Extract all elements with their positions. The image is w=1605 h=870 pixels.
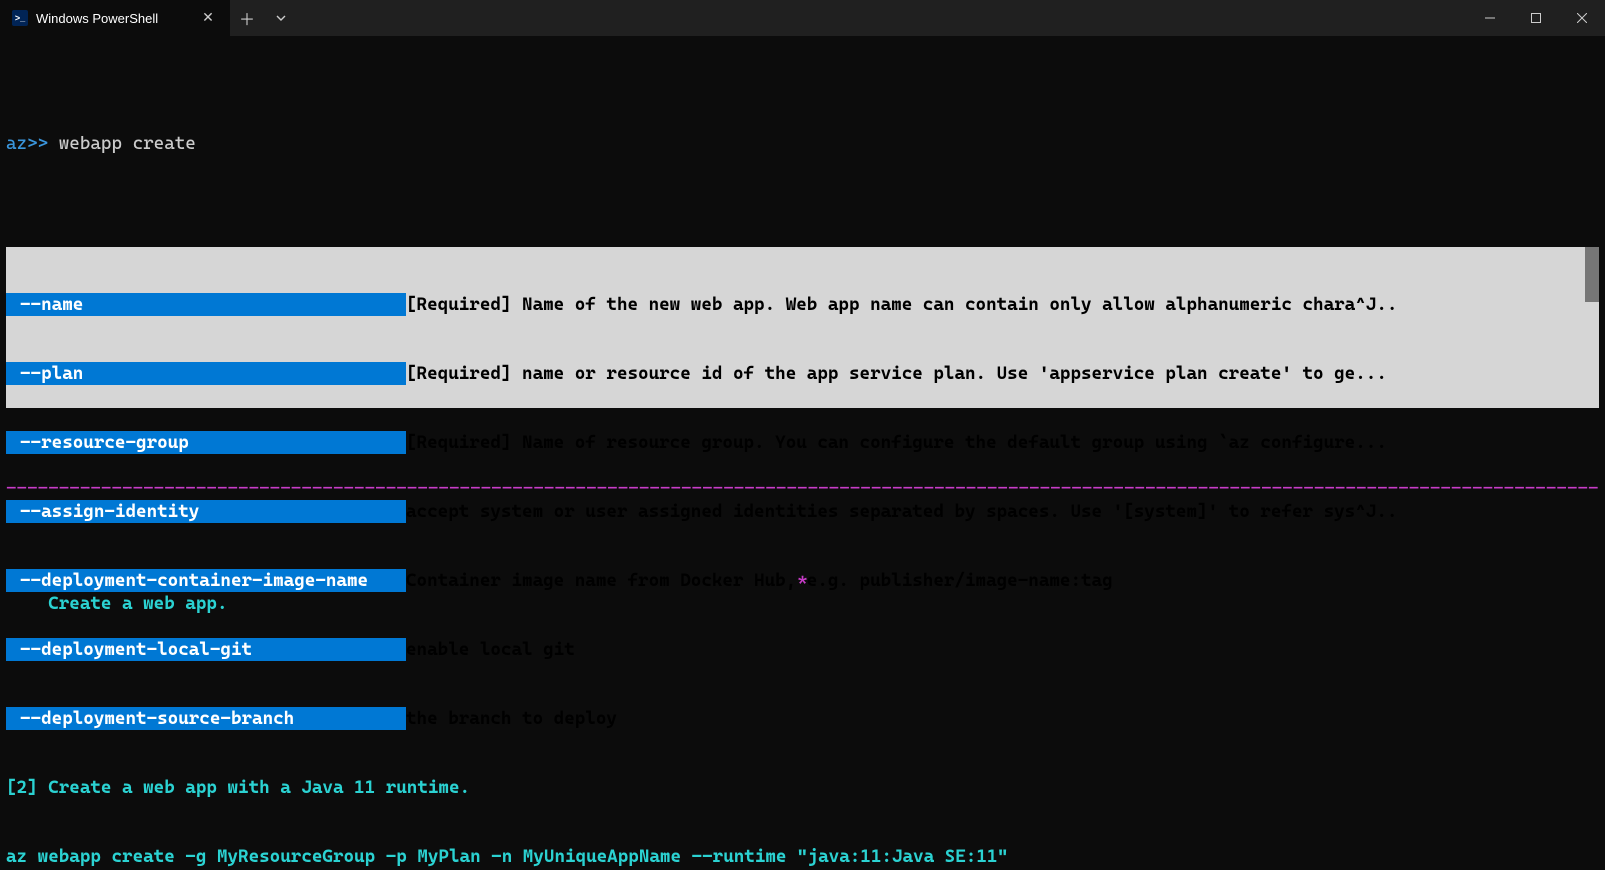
suggestion-desc: the branch to deploy (406, 707, 1585, 730)
suggestion-scrollbar[interactable] (1585, 247, 1599, 408)
minimize-button[interactable] (1467, 0, 1513, 36)
suggestion-desc: enable local git (406, 638, 1585, 661)
tab-title: Windows PowerShell (36, 11, 158, 26)
example-line: az webapp create -g MyResourceGroup -p M… (6, 845, 1599, 868)
suggestion-item[interactable]: --name (6, 293, 406, 316)
headline-row: Create a web app. * (6, 569, 1599, 592)
new-tab-button[interactable]: ＋ (230, 0, 264, 36)
tab-dropdown-button[interactable] (264, 0, 298, 36)
terminal[interactable]: az>> webapp create --name --plan --resou… (0, 36, 1605, 870)
suggestion-desc: [Required] name or resource id of the ap… (406, 362, 1585, 385)
suggestion-desc: accept system or user assigned identitie… (406, 500, 1585, 523)
headline: Create a web app. (48, 593, 227, 614)
suggestion-descriptions: [Required] Name of the new web app. Web … (406, 247, 1599, 408)
suggestion-item[interactable]: --assign-identity (6, 500, 406, 523)
suggestion-flags: --name --plan --resource-group --assign-… (6, 247, 406, 408)
suggestion-scrollbar-thumb[interactable] (1585, 247, 1599, 302)
suggestion-desc: [Required] Name of resource group. You c… (406, 431, 1585, 454)
close-tab-button[interactable]: ✕ (198, 8, 218, 28)
suggestion-desc: [Required] Name of the new web app. Web … (406, 293, 1585, 316)
titlebar: >_ Windows PowerShell ✕ ＋ (0, 0, 1605, 36)
suggestion-item[interactable]: --plan (6, 362, 406, 385)
close-window-button[interactable] (1559, 0, 1605, 36)
suggestion-item[interactable]: --deployment-local-git (6, 638, 406, 661)
example-line: [2] Create a web app with a Java 11 runt… (6, 776, 1599, 799)
powershell-icon: >_ (12, 10, 28, 26)
suggestion-panel: --name --plan --resource-group --assign-… (6, 247, 1599, 408)
suggestion-item[interactable]: --deployment-source-branch (6, 707, 406, 730)
prompt-command: webapp create (59, 133, 196, 154)
headline-star-icon: * (797, 569, 808, 592)
tab-powershell[interactable]: >_ Windows PowerShell ✕ (0, 0, 230, 36)
prompt-prefix: az>> (6, 133, 48, 154)
window-controls (1467, 0, 1605, 36)
prompt-line: az>> webapp create (6, 132, 1599, 155)
maximize-button[interactable] (1513, 0, 1559, 36)
suggestion-item[interactable]: --resource-group (6, 431, 406, 454)
